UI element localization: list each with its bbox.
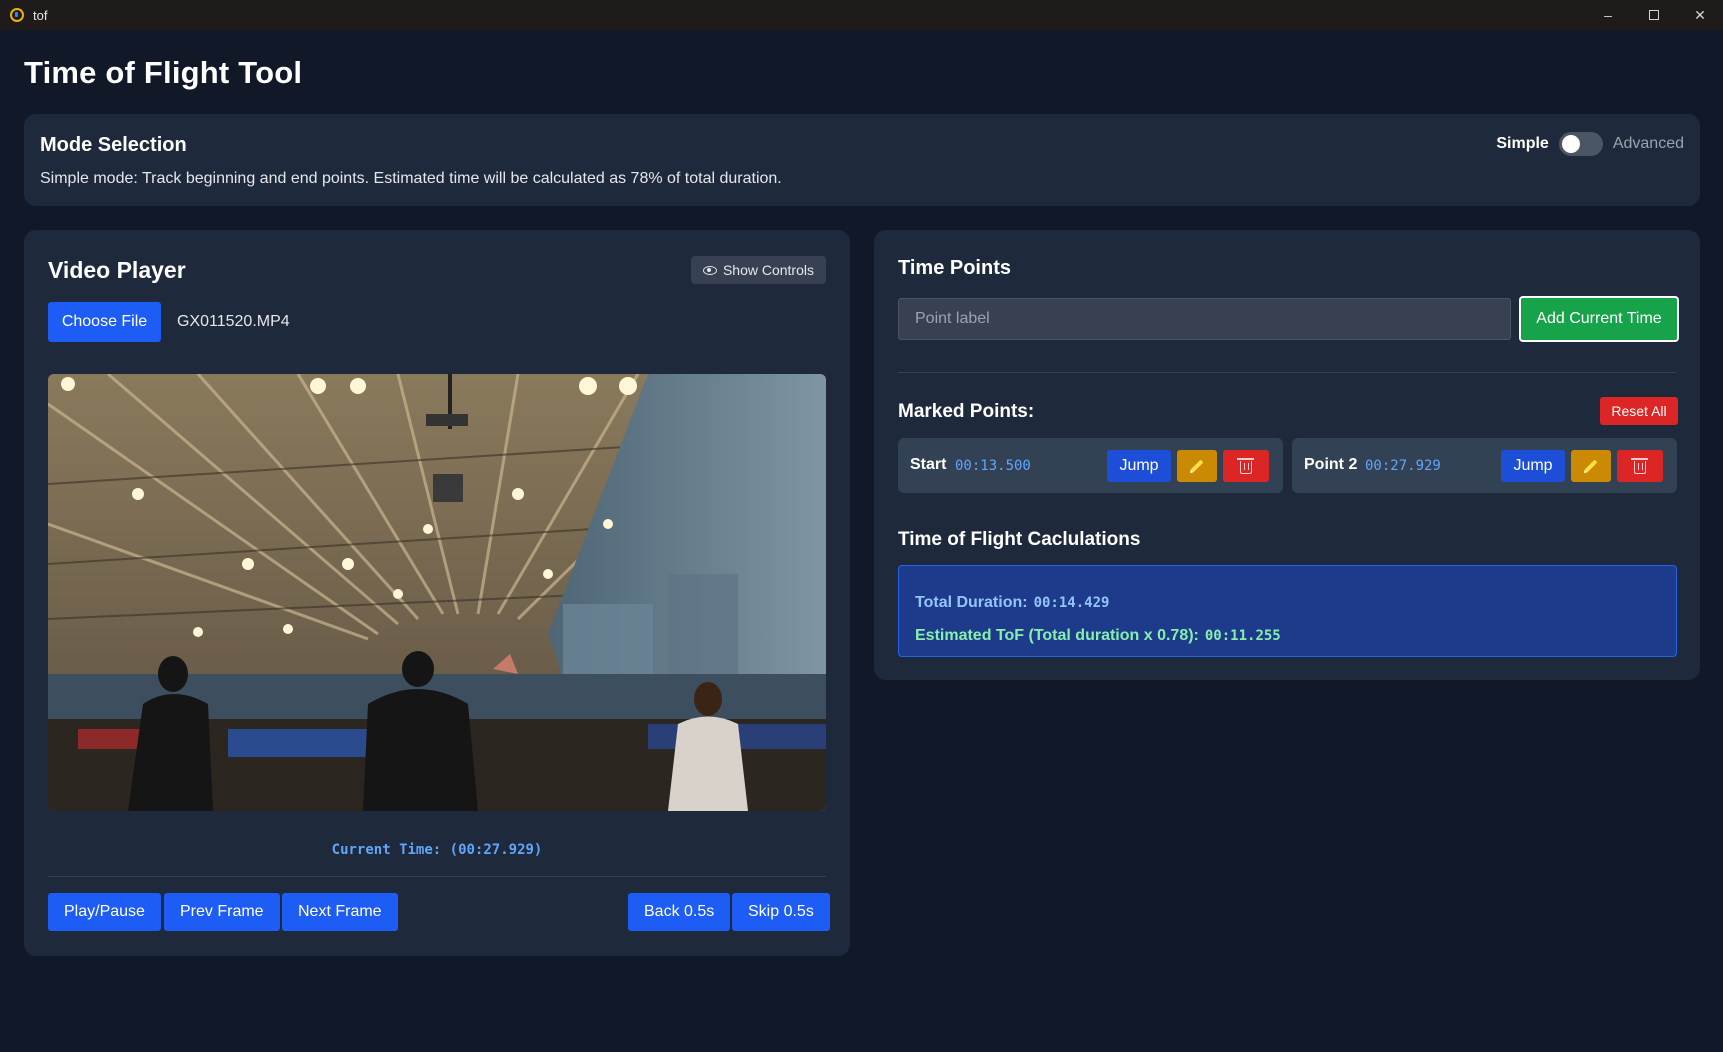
jump-button[interactable]: Jump [1501, 450, 1565, 482]
back-half-second-button[interactable]: Back 0.5s [628, 893, 731, 931]
controls-divider [48, 876, 826, 877]
point-time: 00:13.500 [955, 458, 1031, 474]
simple-mode-label: Simple [1496, 135, 1549, 152]
video-player-title: Video Player [48, 257, 186, 283]
estimated-tof-label: Estimated ToF (Total duration x 0.78): [915, 627, 1199, 644]
estimated-tof-line: Estimated ToF (Total duration x 0.78): 00… [915, 627, 1281, 645]
delete-point-button[interactable] [1223, 450, 1269, 482]
add-current-time-button[interactable]: Add Current Time [1519, 296, 1679, 342]
skip-half-second-button[interactable]: Skip 0.5s [732, 893, 830, 931]
choose-file-button[interactable]: Choose File [48, 302, 161, 342]
time-points-title: Time Points [898, 257, 1011, 279]
total-duration-line: Total Duration: 00:14.429 [915, 594, 1109, 612]
marked-point-item: Point 2 00:27.929 Jump [1292, 438, 1677, 493]
time-points-card: Time Points Add Current Time Marked Poin… [874, 230, 1700, 680]
show-controls-button[interactable]: Show Controls [690, 256, 826, 284]
point-label-input[interactable] [898, 298, 1511, 340]
window-titlebar: tof – ✕ [0, 0, 1723, 30]
video-still-image [48, 374, 826, 811]
point-label: Start [910, 456, 947, 473]
marked-point-item: Start 00:13.500 Jump [898, 438, 1283, 493]
reset-all-button[interactable]: Reset All [1600, 397, 1678, 425]
pencil-icon [1584, 459, 1598, 473]
point-label: Point 2 [1304, 456, 1358, 473]
trash-icon [1237, 458, 1254, 474]
estimated-tof-value: 00:11.255 [1204, 628, 1281, 644]
pencil-icon [1190, 459, 1204, 473]
advanced-mode-label: Advanced [1612, 135, 1684, 152]
toggle-knob [1561, 135, 1580, 153]
edit-point-button[interactable] [1177, 450, 1217, 482]
calculations-title: Time of Flight Caclulations [898, 529, 1141, 550]
time-points-divider [898, 372, 1676, 373]
show-controls-label: Show Controls [722, 262, 814, 278]
page-title: Time of Flight Tool [24, 55, 303, 90]
total-duration-label: Total Duration: [915, 594, 1028, 611]
mode-toggle-group: Simple Advanced [1496, 132, 1684, 156]
trash-icon [1631, 458, 1648, 474]
prev-frame-button[interactable]: Prev Frame [164, 893, 280, 931]
calculations-box: Total Duration: 00:14.429 Estimated ToF (… [898, 565, 1677, 657]
mode-selection-title: Mode Selection [40, 134, 187, 156]
mode-selection-card: Mode Selection Simple mode: Track beginn… [24, 114, 1700, 206]
edit-point-button[interactable] [1571, 450, 1611, 482]
eye-icon [702, 265, 717, 275]
video-frame[interactable] [48, 374, 826, 811]
window-controls: – ✕ [1585, 0, 1723, 30]
selected-file-name: GX011520.MP4 [177, 313, 290, 330]
mode-description: Simple mode: Track beginning and end poi… [40, 170, 782, 187]
current-time-readout: Current Time: (00:27.929) [331, 842, 543, 858]
minimize-icon[interactable]: – [1585, 0, 1631, 30]
close-icon[interactable]: ✕ [1677, 0, 1723, 30]
delete-point-button[interactable] [1617, 450, 1663, 482]
next-frame-button[interactable]: Next Frame [282, 893, 398, 931]
window-title: tof [33, 7, 48, 23]
maximize-icon[interactable] [1631, 0, 1677, 30]
total-duration-value: 00:14.429 [1033, 595, 1110, 611]
point-time: 00:27.929 [1365, 458, 1441, 474]
mode-toggle-switch[interactable] [1558, 132, 1603, 156]
app-icon [10, 8, 24, 22]
marked-points-title: Marked Points: [898, 401, 1035, 422]
video-player-card: Video Player Show Controls Choose File G… [24, 230, 850, 956]
jump-button[interactable]: Jump [1107, 450, 1171, 482]
play-pause-button[interactable]: Play/Pause [48, 893, 161, 931]
